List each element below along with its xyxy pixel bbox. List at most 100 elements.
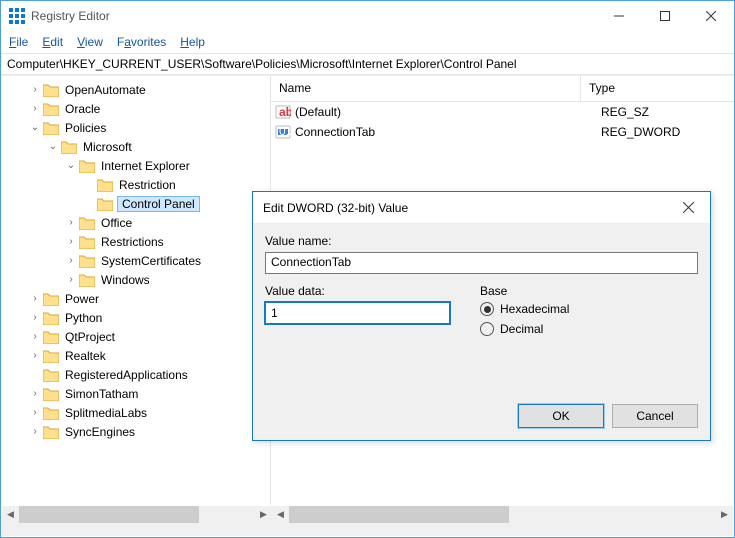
chevron-right-icon[interactable]: › xyxy=(27,82,43,98)
tree-item[interactable]: Oracle xyxy=(63,102,102,116)
chevron-down-icon[interactable]: ⌄ xyxy=(63,158,79,174)
dialog-close-button[interactable] xyxy=(666,192,710,224)
list-header: Name Type xyxy=(271,76,734,102)
address-bar[interactable]: Computer\HKEY_CURRENT_USER\Software\Poli… xyxy=(1,53,734,75)
cancel-button[interactable]: Cancel xyxy=(612,404,698,428)
chevron-right-icon[interactable]: › xyxy=(27,424,43,440)
folder-icon xyxy=(79,273,95,287)
tree-item[interactable]: RegisteredApplications xyxy=(63,368,190,382)
regedit-icon xyxy=(9,8,25,24)
tree-item[interactable]: OpenAutomate xyxy=(63,83,148,97)
folder-icon xyxy=(61,140,77,154)
folder-icon xyxy=(43,406,59,420)
tree-item[interactable]: SplitmediaLabs xyxy=(63,406,149,420)
folder-icon xyxy=(43,83,59,97)
value-name-field[interactable]: ConnectionTab xyxy=(265,252,698,274)
folder-icon xyxy=(43,311,59,325)
chevron-down-icon[interactable]: ⌄ xyxy=(27,120,43,136)
scroll-thumb[interactable] xyxy=(289,506,509,523)
tree-item[interactable]: Internet Explorer xyxy=(99,159,192,173)
value-name: ConnectionTab xyxy=(295,125,601,139)
scroll-thumb[interactable] xyxy=(19,506,199,523)
list-row[interactable]: 011 ConnectionTab REG_DWORD xyxy=(271,122,734,142)
folder-icon xyxy=(43,102,59,116)
tree-item[interactable]: Windows xyxy=(99,273,152,287)
scroll-left-icon[interactable]: ◀ xyxy=(272,506,289,523)
tree-item[interactable]: SimonTatham xyxy=(63,387,140,401)
status-bar xyxy=(2,523,733,536)
folder-icon xyxy=(43,368,59,382)
menu-bar: File Edit View Favorites Help xyxy=(1,31,734,53)
tree-item[interactable]: Realtek xyxy=(63,349,108,363)
tree-item[interactable]: SyncEngines xyxy=(63,425,137,439)
folder-icon xyxy=(43,387,59,401)
chevron-right-icon[interactable]: › xyxy=(63,234,79,250)
folder-icon xyxy=(43,349,59,363)
folder-icon xyxy=(43,425,59,439)
chevron-right-icon[interactable]: › xyxy=(27,291,43,307)
column-name[interactable]: Name xyxy=(271,76,581,101)
chevron-right-icon[interactable]: › xyxy=(27,348,43,364)
folder-icon xyxy=(79,159,95,173)
folder-icon xyxy=(97,197,113,211)
tree-pane[interactable]: ›OpenAutomate ›Oracle ⌄Policies ⌄Microso… xyxy=(1,76,271,505)
list-row[interactable]: ab (Default) REG_SZ xyxy=(271,102,734,122)
svg-text:ab: ab xyxy=(279,105,291,119)
chevron-right-icon[interactable]: › xyxy=(63,253,79,269)
string-value-icon: ab xyxy=(275,104,291,120)
tree-item[interactable]: Office xyxy=(99,216,134,230)
chevron-right-icon[interactable]: › xyxy=(27,405,43,421)
chevron-right-icon[interactable]: › xyxy=(27,329,43,345)
minimize-button[interactable] xyxy=(596,1,642,31)
value-data-input[interactable] xyxy=(265,302,450,324)
value-type: REG_DWORD xyxy=(601,125,680,139)
scroll-right-icon[interactable]: ▶ xyxy=(255,506,272,523)
maximize-button[interactable] xyxy=(642,1,688,31)
ok-button[interactable]: OK xyxy=(518,404,604,428)
tree-item[interactable]: Restriction xyxy=(117,178,178,192)
list-scrollbar[interactable]: ◀ ▶ xyxy=(272,506,733,523)
tree-item[interactable]: QtProject xyxy=(63,330,117,344)
base-label: Base xyxy=(480,284,569,298)
svg-text:011: 011 xyxy=(279,124,291,138)
chevron-right-icon[interactable]: › xyxy=(27,386,43,402)
radio-hexadecimal[interactable]: Hexadecimal xyxy=(480,302,569,316)
dword-value-icon: 011 xyxy=(275,124,291,140)
folder-icon xyxy=(43,330,59,344)
window-title: Registry Editor xyxy=(31,9,110,23)
dialog-titlebar: Edit DWORD (32-bit) Value xyxy=(253,192,710,224)
menu-edit[interactable]: Edit xyxy=(42,35,63,49)
folder-icon xyxy=(79,254,95,268)
menu-view[interactable]: View xyxy=(77,35,103,49)
tree-item[interactable]: Power xyxy=(63,292,101,306)
scroll-left-icon[interactable]: ◀ xyxy=(2,506,19,523)
column-type[interactable]: Type xyxy=(581,76,623,101)
value-data-label: Value data: xyxy=(265,284,450,298)
tree-item-selected[interactable]: Control Panel xyxy=(117,196,200,212)
chevron-down-icon[interactable]: ⌄ xyxy=(45,139,61,155)
folder-icon xyxy=(79,235,95,249)
chevron-right-icon[interactable]: › xyxy=(63,272,79,288)
chevron-right-icon[interactable]: › xyxy=(27,101,43,117)
radio-decimal[interactable]: Decimal xyxy=(480,322,569,336)
tree-item[interactable]: Policies xyxy=(63,121,108,135)
chevron-right-icon[interactable]: › xyxy=(27,310,43,326)
menu-help[interactable]: Help xyxy=(180,35,205,49)
edit-dword-dialog: Edit DWORD (32-bit) Value Value name: Co… xyxy=(252,191,711,441)
dialog-title: Edit DWORD (32-bit) Value xyxy=(263,201,408,215)
value-name: (Default) xyxy=(295,105,601,119)
folder-icon xyxy=(43,121,59,135)
scroll-right-icon[interactable]: ▶ xyxy=(716,506,733,523)
folder-icon xyxy=(79,216,95,230)
tree-item[interactable]: Restrictions xyxy=(99,235,166,249)
tree-scrollbar[interactable]: ◀ ▶ xyxy=(2,506,272,523)
menu-file[interactable]: File xyxy=(9,35,28,49)
tree-item[interactable]: Microsoft xyxy=(81,140,134,154)
value-name-label: Value name: xyxy=(265,234,698,248)
tree-item[interactable]: Python xyxy=(63,311,104,325)
tree-item[interactable]: SystemCertificates xyxy=(99,254,203,268)
menu-favorites[interactable]: Favorites xyxy=(117,35,166,49)
close-button[interactable] xyxy=(688,1,734,31)
chevron-right-icon[interactable]: › xyxy=(63,215,79,231)
folder-icon xyxy=(97,178,113,192)
